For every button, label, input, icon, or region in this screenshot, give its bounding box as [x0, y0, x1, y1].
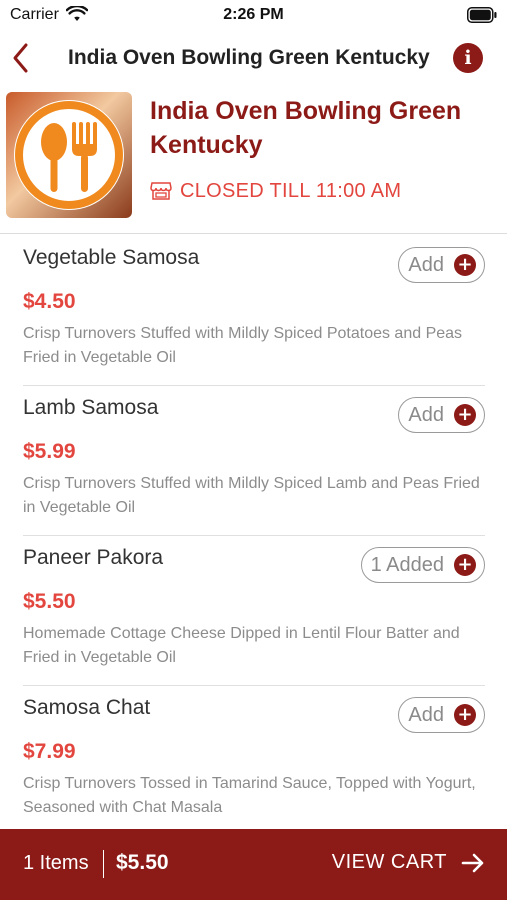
back-chevron-icon[interactable] [10, 42, 32, 74]
item-description: Crisp Turnovers Stuffed with Mildly Spic… [23, 325, 463, 366]
item-name: Vegetable Samosa [23, 246, 200, 269]
plus-icon: + [454, 704, 476, 726]
item-price: $5.50 [23, 590, 76, 613]
arrow-right-icon [461, 853, 484, 872]
store-closed-icon [150, 182, 172, 200]
plus-icon: + [454, 554, 476, 576]
add-button-label: 1 Added [370, 553, 444, 576]
nav-title: India Oven Bowling Green Kentucky [68, 46, 430, 69]
item-price: $7.99 [23, 740, 76, 763]
menu-item[interactable]: Paneer Pakora 1 Added + $5.50 Homemade C… [0, 536, 507, 686]
plus-icon: + [454, 254, 476, 276]
view-cart-label: VIEW CART [331, 851, 447, 873]
info-icon[interactable]: i [453, 43, 483, 73]
add-button[interactable]: Add + [398, 697, 485, 733]
menu-item[interactable]: Vegetable Samosa Add + $4.50 Crisp Turno… [0, 236, 507, 386]
item-price: $5.99 [23, 440, 76, 463]
plus-icon: + [454, 404, 476, 426]
item-name: Lamb Samosa [23, 396, 159, 419]
view-cart-button[interactable]: VIEW CART [332, 851, 485, 874]
status-time: 2:26 PM [223, 6, 284, 23]
add-button[interactable]: Add + [398, 397, 485, 433]
cart-divider [103, 850, 104, 878]
added-button[interactable]: 1 Added + [360, 547, 485, 583]
item-name: Paneer Pakora [23, 546, 164, 569]
menu-item[interactable]: Samosa Chat Add + $7.99 Crisp Turnovers … [0, 686, 507, 836]
closed-status-text: CLOSED TILL 11:00 AM [180, 179, 402, 202]
battery-icon [467, 7, 497, 23]
cart-total: $5.50 [116, 851, 169, 874]
restaurant-status: CLOSED TILL 11:00 AM [150, 178, 401, 204]
add-button-label: Add [408, 403, 444, 426]
item-name: Samosa Chat [23, 696, 151, 719]
cart-item-count: 1 Items [23, 852, 89, 874]
restaurant-logo [6, 92, 132, 218]
navigation-bar: India Oven Bowling Green Kentucky i [0, 34, 507, 82]
menu-item[interactable]: Lamb Samosa Add + $5.99 Crisp Turnovers … [0, 386, 507, 536]
cart-bar[interactable]: 1 Items $5.50 VIEW CART [0, 829, 507, 900]
spoon-fork-icon [14, 100, 124, 210]
restaurant-name: India Oven Bowling Green Kentucky [150, 97, 462, 159]
add-button-label: Add [408, 703, 444, 726]
add-button[interactable]: Add + [398, 247, 485, 283]
status-bar: Carrier 2:26 PM [0, 0, 507, 30]
add-button-label: Add [408, 253, 444, 276]
item-description: Homemade Cottage Cheese Dipped in Lentil… [23, 625, 460, 666]
restaurant-header: India Oven Bowling Green Kentucky CLOSED… [0, 86, 507, 234]
item-description: Crisp Turnovers Stuffed with Mildly Spic… [23, 475, 480, 516]
item-description: Crisp Turnovers Tossed in Tamarind Sauce… [23, 775, 476, 816]
item-price: $4.50 [23, 290, 76, 313]
